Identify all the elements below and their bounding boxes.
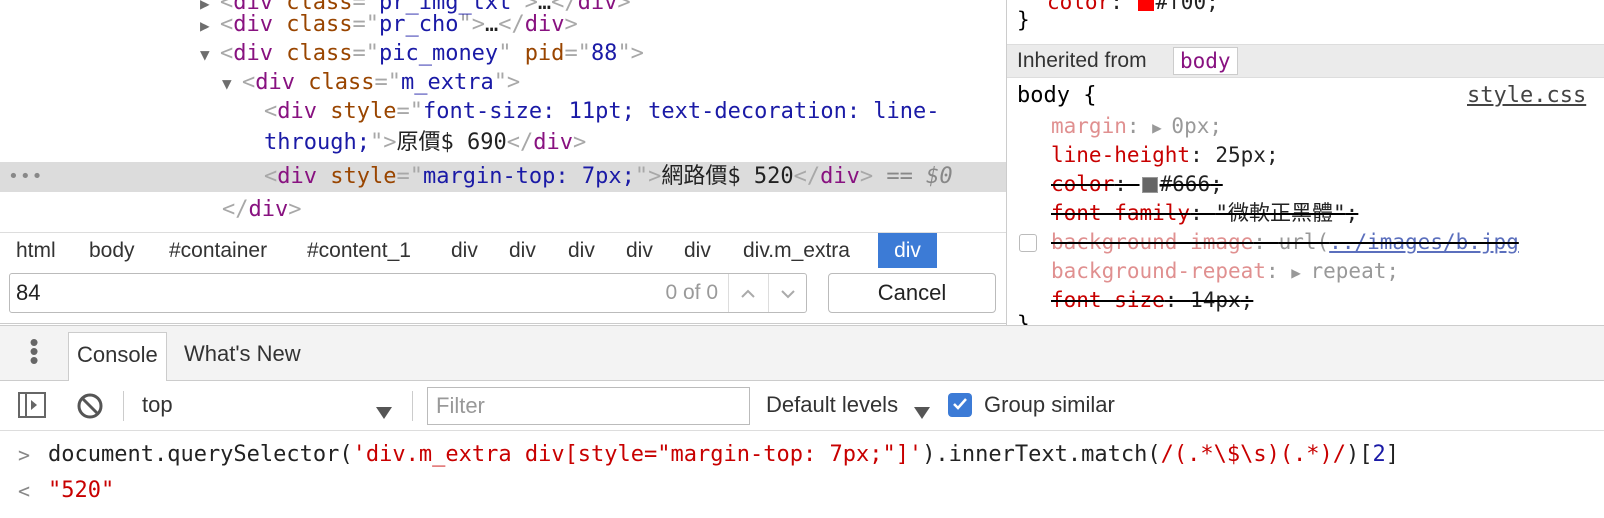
breadcrumb-item[interactable]: div (618, 233, 661, 269)
expand-down-icon[interactable]: ▼ (222, 69, 242, 99)
breadcrumb-item[interactable]: #container (161, 233, 275, 269)
search-prev-button[interactable] (728, 274, 766, 312)
css-property-value[interactable]: 0px (1171, 114, 1209, 138)
breadcrumb-item[interactable]: div.m_extra (735, 233, 858, 269)
dom-node[interactable]: ▼ <div class="m_extra"> (0, 68, 1007, 98)
dom-node-selected[interactable]: ••• <div style="margin-top: 7px;">網路價$ 52… (0, 162, 1007, 192)
console-input-line: > document.querySelector('div.m_extra di… (0, 437, 1604, 473)
chevron-down-icon (780, 283, 796, 303)
breadcrumb-item[interactable]: div (560, 233, 603, 269)
console-command[interactable]: document.querySelector('div.m_extra div[… (48, 437, 1399, 473)
breadcrumb-item[interactable]: #content_1 (299, 233, 419, 269)
inherited-element-link[interactable]: body (1173, 47, 1238, 75)
property-toggle-checkbox[interactable] (1019, 234, 1037, 252)
css-property-value[interactable]: 14px (1190, 288, 1241, 312)
css-property-row[interactable]: font-family: "微軟正黑體"; (1007, 199, 1604, 227)
context-select[interactable]: top (142, 381, 173, 431)
search-match-count: 0 of 0 (665, 281, 718, 304)
breadcrumb-item[interactable]: html (8, 233, 64, 269)
inherited-label: Inherited from (1017, 49, 1147, 72)
drawer-tab-bar: • • • Console What's New (0, 325, 1604, 382)
input-prompt-icon: > (18, 443, 31, 467)
rule-close: } (1017, 312, 1030, 325)
default-levels-dropdown[interactable]: Default levels (766, 381, 898, 431)
css-property-name[interactable]: background-repeat (1051, 259, 1266, 283)
css-property-name[interactable]: line-height (1051, 143, 1190, 167)
expand-right-icon[interactable]: ▶ (1291, 263, 1310, 282)
group-similar-checkbox[interactable] (948, 393, 972, 417)
cancel-button[interactable]: Cancel (828, 273, 996, 313)
breadcrumb: html body #container #content_1 div div div div… (0, 232, 1007, 269)
expand-down-icon[interactable]: ▼ (200, 40, 220, 70)
levels-dropdown-icon[interactable] (914, 399, 930, 425)
node-menu-icon[interactable]: ••• (8, 162, 44, 192)
search-bar: 0 of 0 Cancel (0, 268, 1007, 324)
breadcrumb-item[interactable]: div (878, 233, 937, 269)
styles-pane: color: #f00; } Inherited from body body … (1006, 0, 1604, 325)
css-property-name[interactable]: margin (1051, 114, 1127, 138)
breadcrumb-item[interactable]: div (501, 233, 544, 269)
filter-input[interactable] (427, 387, 750, 425)
css-property-name[interactable]: font-size (1051, 288, 1165, 312)
search-next-button[interactable] (768, 274, 806, 312)
breadcrumb-item[interactable]: div (676, 233, 719, 269)
more-menu-icon[interactable]: • • • (24, 329, 44, 373)
resource-link[interactable]: ../images/b.jpg (1329, 230, 1519, 254)
dom-node[interactable]: ▼ <div class="pic_money" pid="88"> (0, 39, 1007, 69)
css-property-value[interactable]: repeat (1311, 259, 1387, 283)
css-property-row[interactable]: color: #666; (1007, 170, 1604, 198)
toolbar-divider (123, 391, 124, 421)
group-similar-label: Group similar (984, 392, 1115, 417)
inherited-header: Inherited from body (1007, 44, 1604, 78)
dom-node[interactable]: ▶ <div class="pr_cho">…</div> (0, 10, 1007, 40)
console-result: "520" (48, 478, 115, 503)
css-property-name[interactable]: font-family (1051, 201, 1190, 225)
toolbar-divider (412, 391, 413, 421)
css-property-value[interactable]: "微軟正黑體" (1215, 201, 1345, 225)
css-property-row[interactable]: line-height: 25px; (1007, 141, 1604, 169)
css-property-value[interactable]: 25px (1215, 143, 1266, 167)
breadcrumb-item[interactable]: div (443, 233, 486, 269)
search-input[interactable] (16, 278, 636, 308)
expand-right-icon[interactable]: ▶ (200, 11, 220, 41)
prev-rule-close: } (1017, 8, 1030, 32)
console-output: > document.querySelector('div.m_extra di… (0, 431, 1604, 518)
rule-source-link[interactable]: style.css (1467, 82, 1604, 110)
color-swatch[interactable] (1141, 177, 1158, 193)
search-box: 0 of 0 (9, 273, 807, 313)
show-sidebar-icon[interactable] (18, 392, 46, 424)
tab-console[interactable]: Console (68, 332, 167, 382)
css-property-row[interactable]: background-repeat: ▶ repeat; (1007, 257, 1604, 285)
chevron-up-icon (740, 283, 756, 303)
breadcrumb-item[interactable]: body (81, 233, 143, 269)
clear-console-icon[interactable] (76, 392, 104, 426)
dom-node[interactable]: <div style="font-size: 11pt; text-decora… (0, 97, 1007, 127)
css-property-value[interactable]: url(../images/b.jpg (1279, 230, 1519, 254)
css-property-row[interactable]: background-image: url(../images/b.jpg (1007, 228, 1604, 256)
css-property-name[interactable]: color (1051, 172, 1114, 196)
tab-whats-new[interactable]: What's New (176, 332, 309, 382)
dom-node[interactable]: </div> (0, 195, 1007, 225)
expand-right-icon[interactable]: ▶ (1152, 118, 1171, 137)
console-result-line: < "520" (0, 473, 1604, 509)
css-property-row[interactable]: margin: ▶ 0px; (1007, 112, 1604, 140)
result-arrow-icon: < (18, 479, 31, 503)
elements-tree: ▶ <div class="pr_img_txt">…</div> ▶ <div cl… (0, 0, 1007, 232)
dom-node[interactable]: through;">原價$ 690</div> (0, 128, 1007, 158)
css-property-value[interactable]: #666 (1160, 172, 1211, 196)
console-toolbar: top Default levels Group similar (0, 381, 1604, 431)
context-dropdown-icon[interactable] (376, 399, 392, 425)
css-property-name[interactable]: background-image (1051, 230, 1253, 254)
